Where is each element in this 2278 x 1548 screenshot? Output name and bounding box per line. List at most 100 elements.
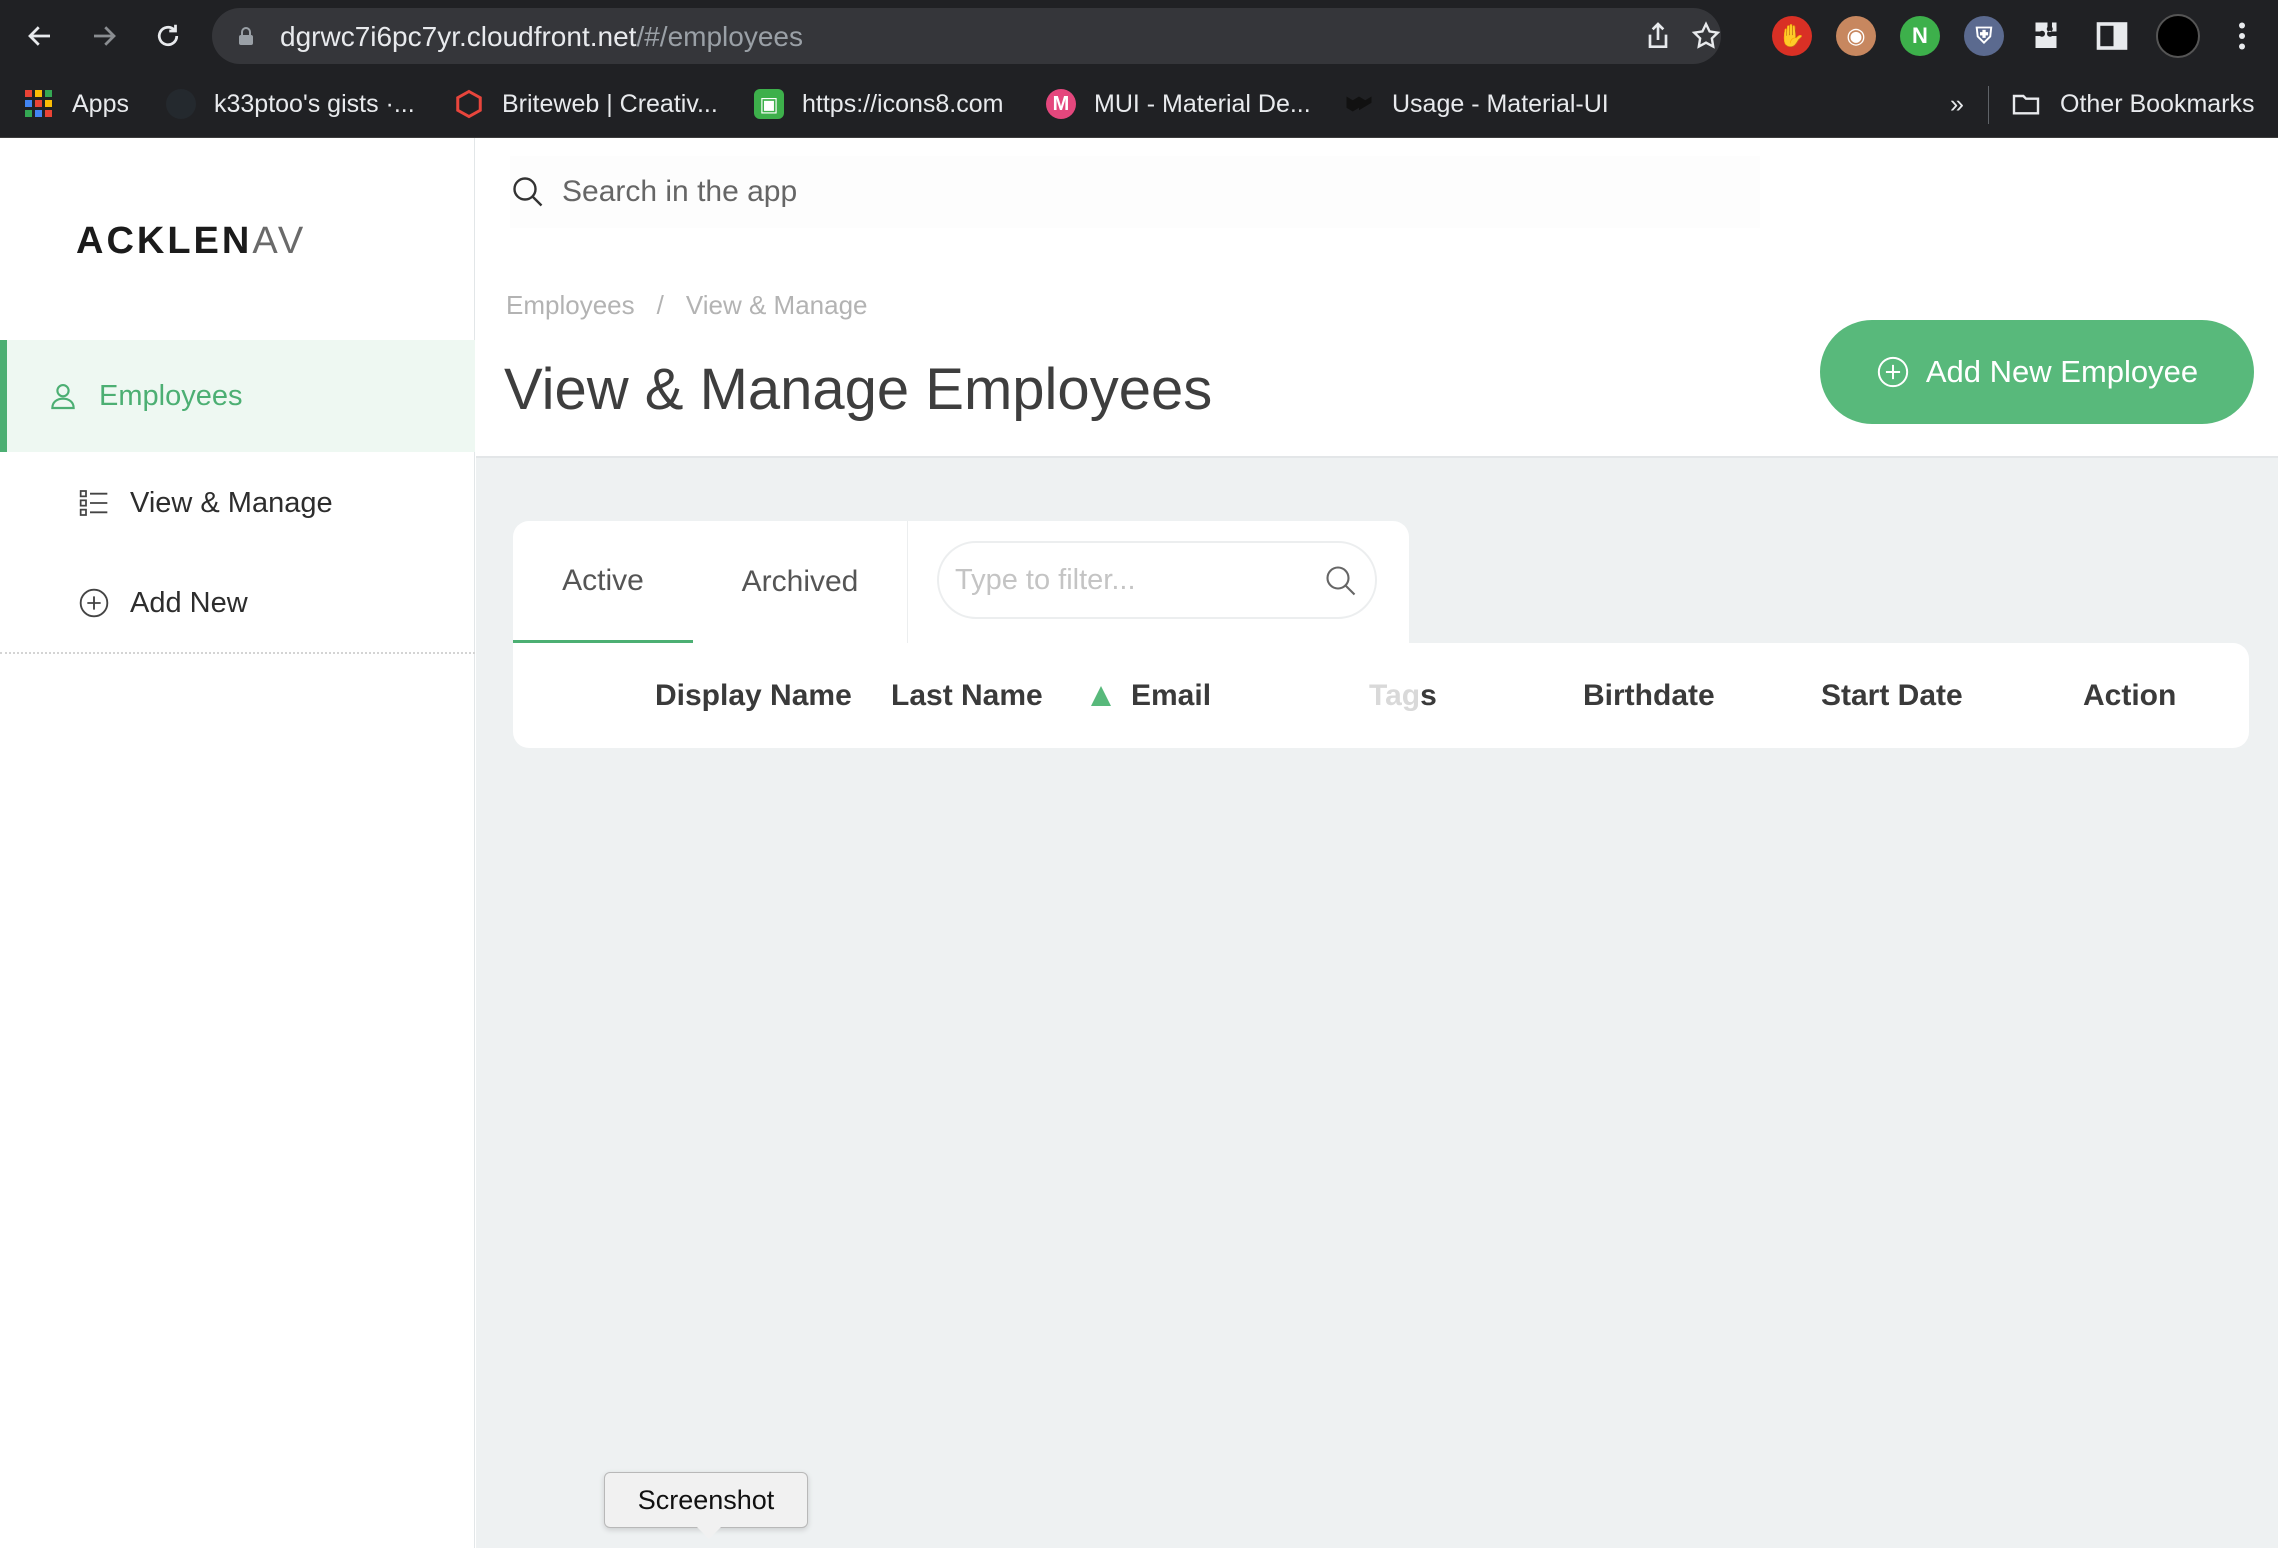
add-new-employee-button[interactable]: Add New Employee bbox=[1820, 320, 2254, 424]
column-label: Email bbox=[1131, 678, 1212, 712]
sidebar-item-add-new[interactable]: Add New bbox=[0, 568, 475, 638]
address-bar[interactable]: dgrwc7i6pc7yr.cloudfront.net/#/employees bbox=[212, 8, 1721, 64]
reader-glasses-icon[interactable]: ◉ bbox=[1836, 16, 1876, 56]
tooltip-label: Screenshot bbox=[637, 1484, 775, 1515]
reload-button[interactable] bbox=[146, 14, 190, 58]
side-panel-icon[interactable] bbox=[2094, 18, 2130, 54]
bookmark-apps[interactable]: Apps bbox=[24, 84, 129, 124]
mui-icon: M bbox=[1046, 89, 1076, 119]
puzzle-extensions-icon[interactable] bbox=[2028, 18, 2064, 54]
sidebar-divider bbox=[0, 652, 475, 654]
arrow-left-icon bbox=[28, 26, 50, 46]
share-icon[interactable] bbox=[1642, 20, 1674, 52]
shield-extension-icon[interactable]: ⛨ bbox=[1964, 16, 2004, 56]
breadcrumb-separator: / bbox=[656, 290, 664, 320]
bookmark-icons8[interactable]: ▣ https://icons8.com bbox=[754, 84, 1003, 124]
lock-icon bbox=[239, 27, 253, 45]
arrow-right-icon bbox=[94, 26, 116, 46]
folder-icon bbox=[2012, 94, 2040, 115]
bookmark-label: https://icons8.com bbox=[802, 89, 1004, 118]
browser-chrome: dgrwc7i6pc7yr.cloudfront.net/#/employees… bbox=[0, 0, 2278, 138]
sidebar-item-view-manage[interactable]: View & Manage bbox=[0, 468, 475, 538]
column-action[interactable]: Action bbox=[2083, 643, 2176, 748]
user-icon bbox=[51, 384, 75, 410]
shield-glyph: ⛨ bbox=[1975, 23, 1993, 48]
sidebar-item-label: Employees bbox=[99, 379, 243, 412]
column-display-name[interactable]: Display Name bbox=[655, 643, 852, 748]
nordvpn-glyph: N bbox=[1912, 23, 1928, 48]
bookmark-gists[interactable]: k33ptoo's gists ·... bbox=[166, 84, 415, 124]
forward-button[interactable] bbox=[82, 14, 126, 58]
bookmark-label: k33ptoo's gists ·... bbox=[214, 89, 415, 118]
logo-tail: AV bbox=[252, 220, 307, 262]
other-bookmarks-label: Other Bookmarks bbox=[2060, 89, 2255, 118]
column-birthdate[interactable]: Birthdate bbox=[1583, 643, 1715, 748]
column-start-date[interactable]: Start Date bbox=[1821, 643, 1963, 748]
bookmark-briteweb[interactable]: Briteweb | Creativ... bbox=[454, 84, 718, 124]
reader-glyph: ◉ bbox=[1846, 23, 1866, 48]
search-icon[interactable] bbox=[1323, 563, 1359, 599]
bookmark-material-ui[interactable]: Usage - Material-UI bbox=[1344, 84, 1609, 124]
bookmark-mui[interactable]: M MUI - Material De... bbox=[1046, 84, 1311, 124]
app-search-input[interactable] bbox=[562, 175, 1712, 209]
filter-field[interactable] bbox=[937, 541, 1377, 619]
sidebar-item-employees[interactable]: Employees bbox=[0, 340, 475, 452]
bookmark-label: MUI - Material De... bbox=[1094, 89, 1311, 118]
back-button[interactable] bbox=[18, 14, 62, 58]
browser-toolbar: dgrwc7i6pc7yr.cloudfront.net/#/employees… bbox=[0, 0, 2278, 72]
url-path: /#/employees bbox=[636, 21, 803, 52]
bookmark-label: Apps bbox=[72, 89, 129, 118]
column-tags[interactable]: Tag s bbox=[1369, 643, 1437, 748]
tab-label: Active bbox=[562, 563, 644, 597]
employees-table: Display Name Last Name Email Tag s Birthd… bbox=[513, 643, 2249, 748]
apps-grid-icon bbox=[25, 90, 52, 117]
app-search[interactable] bbox=[510, 156, 1760, 228]
column-email[interactable]: Email bbox=[1091, 643, 1211, 748]
bookmark-label: Briteweb | Creativ... bbox=[502, 89, 718, 118]
tab-archived[interactable]: Archived bbox=[693, 521, 907, 643]
nordvpn-icon[interactable]: N bbox=[1900, 16, 1940, 56]
tabs-card: Active Archived bbox=[513, 521, 1409, 643]
tab-label: Archived bbox=[741, 565, 859, 598]
tabs-divider bbox=[907, 521, 908, 643]
adblock-icon[interactable]: ✋ bbox=[1772, 16, 1812, 56]
column-label: Start Date bbox=[1821, 678, 1963, 712]
sort-ascending-icon bbox=[1091, 685, 1111, 706]
column-label: Display Name bbox=[655, 678, 852, 712]
sidebar: ACKLENAV Employees View & Manage Add New bbox=[0, 138, 475, 1548]
app-logo[interactable]: ACKLENAV bbox=[76, 220, 306, 263]
column-label: Last Name bbox=[891, 678, 1043, 712]
add-button-label: Add New Employee bbox=[1925, 354, 2199, 389]
column-label-faded: Tag bbox=[1369, 678, 1421, 712]
column-label: Action bbox=[2083, 678, 2177, 712]
reload-icon bbox=[157, 24, 179, 47]
url-text: dgrwc7i6pc7yr.cloudfront.net/#/employees bbox=[280, 21, 803, 53]
tab-active[interactable]: Active bbox=[513, 521, 693, 643]
material-ui-icon bbox=[1346, 96, 1372, 112]
plus-circle-icon bbox=[79, 588, 109, 618]
breadcrumb-view-manage: View & Manage bbox=[685, 290, 868, 320]
profile-avatar[interactable] bbox=[2156, 14, 2200, 58]
bookmarks-divider bbox=[1988, 86, 1989, 124]
other-bookmarks-folder[interactable]: Other Bookmarks bbox=[2010, 84, 2255, 124]
star-icon[interactable] bbox=[1690, 20, 1722, 52]
logo-main: ACKLEN bbox=[76, 220, 253, 262]
column-last-name[interactable]: Last Name bbox=[891, 643, 1043, 748]
adblock-glyph: ✋ bbox=[1778, 23, 1806, 48]
overflow-label: » bbox=[1950, 89, 1964, 118]
kebab-menu-icon[interactable] bbox=[2224, 18, 2260, 54]
page-title: View & Manage Employees bbox=[504, 357, 1213, 422]
column-label: Birthdate bbox=[1583, 678, 1715, 712]
column-label: s bbox=[1420, 678, 1437, 712]
bookmarks-overflow-button[interactable]: » bbox=[1950, 84, 1964, 124]
page-header: Employees / View & Manage View & Manage Em… bbox=[476, 138, 2278, 458]
search-icon bbox=[513, 177, 543, 207]
plus-circle-icon bbox=[1877, 356, 1909, 388]
breadcrumb-employees[interactable]: Employees bbox=[506, 290, 635, 320]
main-content: Employees / View & Manage View & Manage Em… bbox=[476, 138, 2278, 1548]
sidebar-item-label: View & Manage bbox=[130, 486, 333, 519]
screenshot-tooltip: Screenshot bbox=[604, 1472, 808, 1539]
bookmark-label: Usage - Material-UI bbox=[1392, 89, 1609, 118]
filter-input[interactable] bbox=[955, 563, 1315, 597]
icons8-icon: ▣ bbox=[754, 89, 784, 119]
